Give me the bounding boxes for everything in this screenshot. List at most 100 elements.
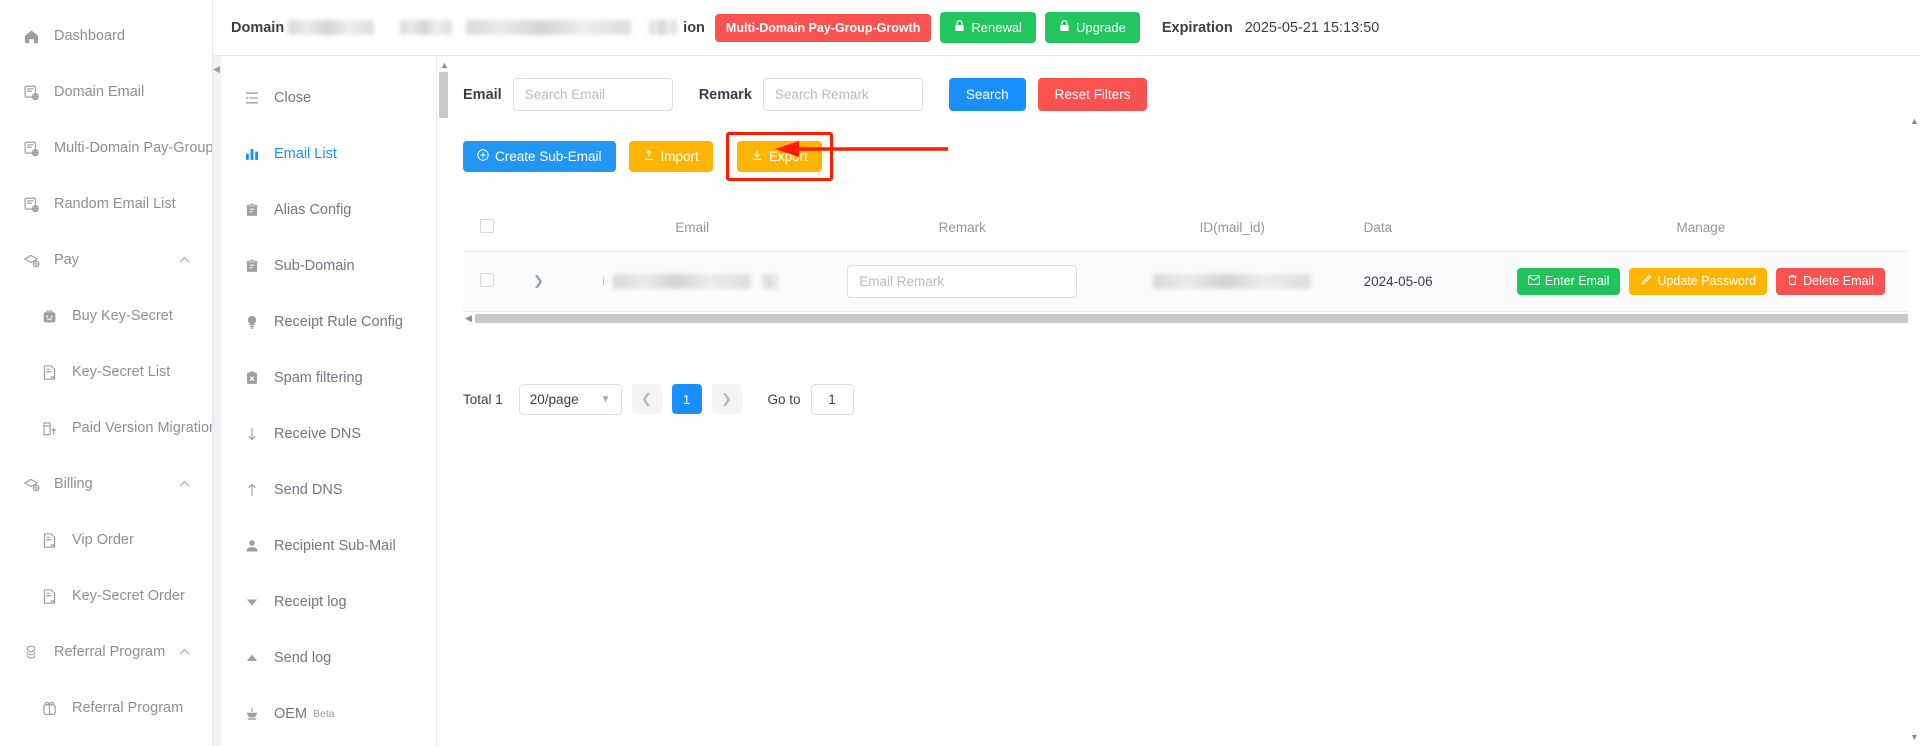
section-menu-item-sub-domain[interactable]: Sub-Domain xyxy=(221,238,436,294)
sidebar-item-buy-key-secret[interactable]: Buy Key-Secret xyxy=(0,288,212,344)
search-email-input[interactable] xyxy=(512,78,673,111)
sidebar-item-billing[interactable]: Billing xyxy=(0,456,212,512)
search-button[interactable]: Search xyxy=(948,78,1026,111)
section-menu-item-receipt-log[interactable]: Receipt log xyxy=(221,574,436,630)
goto-label: Go to xyxy=(767,391,801,407)
renewal-button[interactable]: Renewal xyxy=(940,12,1036,43)
mail-globe-icon xyxy=(22,139,41,158)
sidebar-item-referral-program[interactable]: Referral Program xyxy=(0,680,212,736)
goto-page-input[interactable] xyxy=(810,383,854,415)
envelope-icon xyxy=(1527,274,1540,288)
user-icon xyxy=(243,537,261,555)
domain-value-masked-2 xyxy=(400,20,453,35)
row-remark-input[interactable] xyxy=(847,264,1078,298)
page-size-select[interactable]: 20/page ▼ xyxy=(518,383,622,415)
table-horizontal-scrollbar[interactable]: ◀ ▶ xyxy=(463,311,1920,326)
row-email-cell: i xyxy=(564,251,820,312)
select-all-checkbox[interactable] xyxy=(480,219,495,234)
page-vertical-scrollbar[interactable]: ▲ ▼ xyxy=(1908,112,1920,746)
section-menu-item-alias-config[interactable]: Alias Config xyxy=(221,182,436,238)
section-menu-item-send-dns[interactable]: Send DNS xyxy=(221,462,436,518)
hscroll-left-icon[interactable]: ◀ xyxy=(465,313,472,324)
pagination: Total 1 20/page ▼ ❮ 1 ❯ Go to xyxy=(463,383,1920,415)
lock-icon-2 xyxy=(1059,20,1070,35)
domain-value-masked-4 xyxy=(649,20,678,35)
email-value-masked-2 xyxy=(762,273,779,289)
chevron-up-icon[interactable] xyxy=(179,648,190,656)
section-menu-item-receive-dns[interactable]: Receive DNS xyxy=(221,406,436,462)
sidebar-item-referral-program[interactable]: Referral Program xyxy=(0,624,212,680)
referral-icon xyxy=(22,643,41,662)
email-table-wrap: Email Remark ID(mail_id) Data Manage ❯ i… xyxy=(463,205,1920,326)
sidebar-item-key-secret-order[interactable]: Key-Secret Order xyxy=(0,568,212,624)
page-1-button[interactable]: 1 xyxy=(671,384,702,414)
section-menu-item-label: Receipt log xyxy=(274,594,347,610)
row-manage-cell: Enter Email Update Password Delete Email xyxy=(1481,251,1920,312)
scroll-up-icon[interactable]: ▲ xyxy=(440,60,449,70)
bar-chart-icon xyxy=(243,145,261,163)
scroll-thumb[interactable] xyxy=(439,72,448,118)
beta-tag: Beta xyxy=(313,708,335,720)
renewal-button-label: Renewal xyxy=(971,20,1022,35)
import-button[interactable]: Import xyxy=(628,141,713,172)
section-menu-item-email-list[interactable]: Email List xyxy=(221,126,436,182)
sidebar-item-label: Random Email List xyxy=(54,195,176,212)
bulb-icon xyxy=(243,313,261,331)
prev-page-button[interactable]: ❮ xyxy=(631,384,662,414)
spam-icon xyxy=(243,369,261,387)
col-data: Data xyxy=(1359,205,1482,252)
update-password-label: Update Password xyxy=(1657,274,1757,288)
download-icon xyxy=(751,149,763,164)
lock-icon xyxy=(954,20,965,35)
sidebar-item-referred-user-list[interactable]: Referred User List xyxy=(0,736,212,746)
sidebar-item-paid-version-migration[interactable]: Paid Version Migration xyxy=(0,400,212,456)
sidebar-item-dashboard[interactable]: Dashboard xyxy=(0,8,212,64)
search-remark-input[interactable] xyxy=(762,78,923,111)
gift-icon xyxy=(40,699,59,718)
action-bar: Create Sub-Email Import Export xyxy=(463,132,1920,181)
update-password-button[interactable]: Update Password xyxy=(1629,267,1768,295)
total-count: Total 1 xyxy=(463,391,503,407)
create-sub-email-button[interactable]: Create Sub-Email xyxy=(463,141,616,172)
sidebar-item-multi-domain-pay-group[interactable]: Multi-Domain Pay-Group xyxy=(0,120,212,176)
page-scroll-up-icon[interactable]: ▲ xyxy=(1910,116,1919,126)
collapse-menu-icon xyxy=(243,89,261,107)
sidebar-item-vip-order[interactable]: Vip Order xyxy=(0,512,212,568)
page-scroll-down-icon[interactable]: ▼ xyxy=(1910,732,1919,742)
section-menu-item-spam-filtering[interactable]: Spam filtering xyxy=(221,350,436,406)
section-menu-item-label: OEM xyxy=(274,706,308,722)
upgrade-button[interactable]: Upgrade xyxy=(1044,12,1140,43)
collapse-left-icon[interactable]: ◀ xyxy=(213,64,220,75)
sidebar-item-random-email-list[interactable]: Random Email List xyxy=(0,176,212,232)
sidebar-item-pay[interactable]: Pay xyxy=(0,232,212,288)
panel-vertical-scrollbar[interactable]: ▲ xyxy=(437,56,451,746)
expand-row-icon[interactable]: ❯ xyxy=(533,273,544,288)
delete-email-button[interactable]: Delete Email xyxy=(1776,267,1885,295)
reset-filters-button[interactable]: Reset Filters xyxy=(1037,78,1148,111)
row-checkbox[interactable] xyxy=(480,272,495,287)
content-row: ◀ Close Email List Alias Config Sub-Domain R… xyxy=(213,56,1920,746)
sidebar-item-domain-email[interactable]: Domain Email xyxy=(0,64,212,120)
plan-badge[interactable]: Multi-Domain Pay-Group-Growth xyxy=(714,13,932,42)
section-menu-item-label: Recipient Sub-Mail xyxy=(274,538,396,554)
section-menu-item-oem[interactable]: OEM Beta xyxy=(221,686,436,742)
row-expand-cell: ❯ xyxy=(511,251,565,312)
bag-icon xyxy=(40,307,59,326)
home-icon xyxy=(22,27,41,46)
sidebar-item-label: Referral Program xyxy=(72,699,184,716)
section-menu-item-send-log[interactable]: Send log xyxy=(221,630,436,686)
chevron-up-icon[interactable] xyxy=(179,256,190,264)
section-menu-item-close[interactable]: Close xyxy=(221,70,436,126)
next-page-button[interactable]: ❯ xyxy=(711,384,742,414)
remark-filter-label: Remark xyxy=(698,86,752,103)
hscroll-thumb[interactable] xyxy=(475,314,1908,323)
col-manage: Manage xyxy=(1481,205,1920,252)
section-menu-item-receipt-rule-config[interactable]: Receipt Rule Config xyxy=(221,294,436,350)
chevron-up-icon[interactable] xyxy=(179,480,190,488)
sidebar-collapse-strip[interactable]: ◀ xyxy=(213,56,221,746)
sidebar-item-key-secret-list[interactable]: Key-Secret List xyxy=(0,344,212,400)
sidebar-item-label: Buy Key-Secret xyxy=(72,307,173,324)
email-table: Email Remark ID(mail_id) Data Manage ❯ i… xyxy=(463,205,1920,312)
section-menu-item-recipient-sub-mail[interactable]: Recipient Sub-Mail xyxy=(221,518,436,574)
enter-email-button[interactable]: Enter Email xyxy=(1516,267,1621,295)
